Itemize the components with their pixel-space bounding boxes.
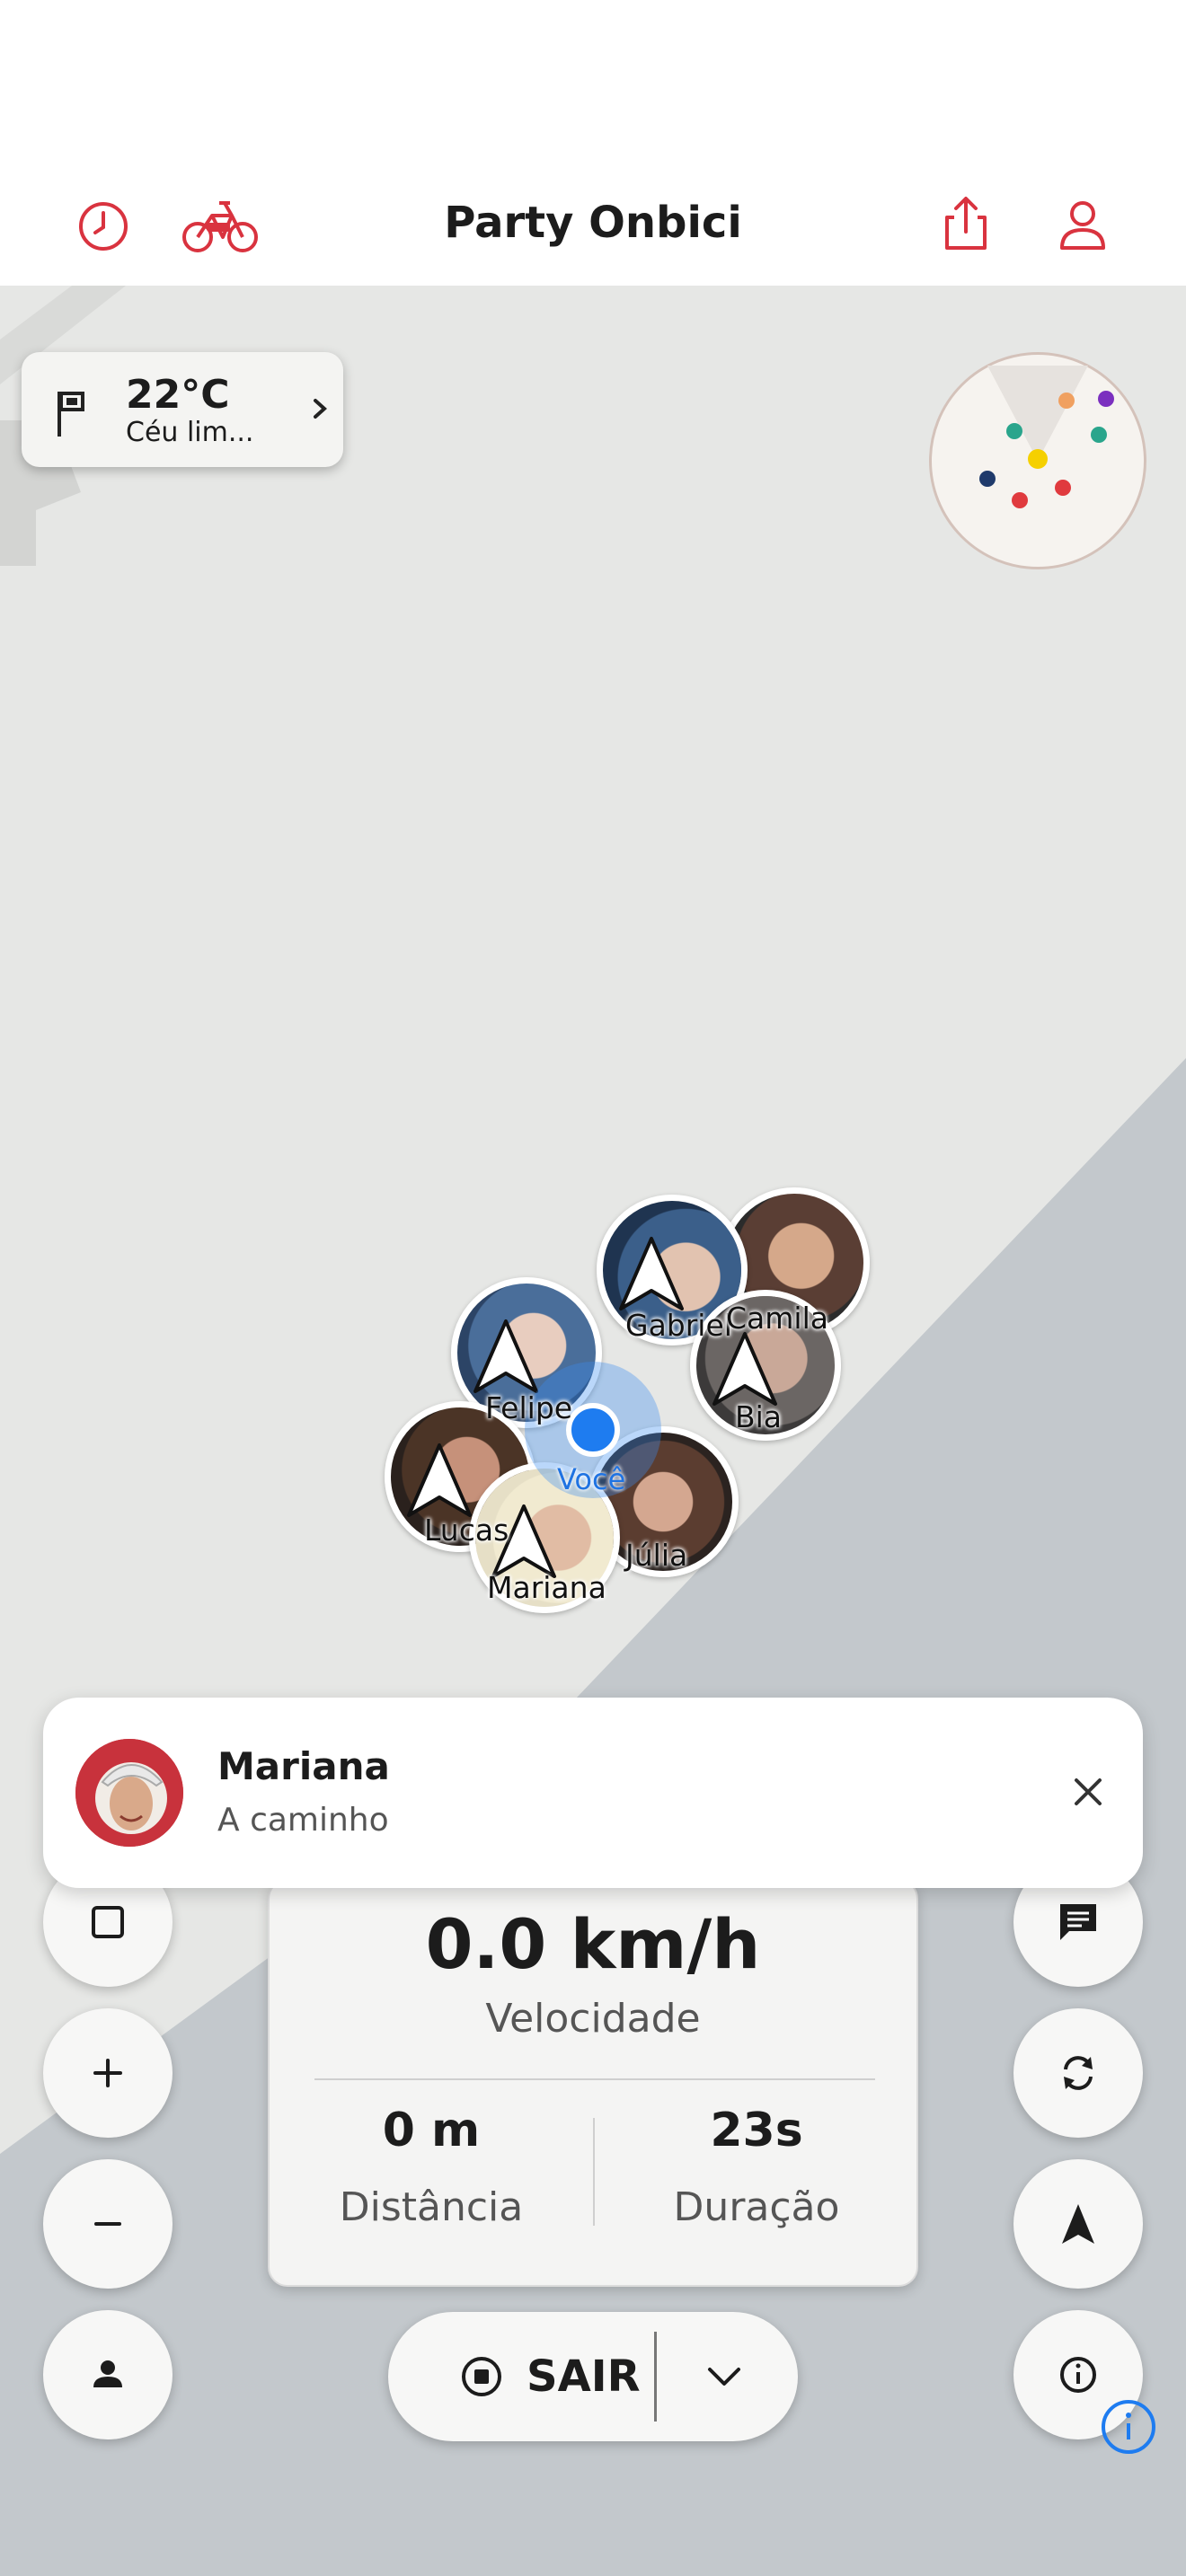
user-location-dot[interactable]	[566, 1403, 620, 1457]
person-button[interactable]	[43, 2310, 173, 2439]
heading-arrow-icon	[474, 1319, 538, 1393]
rider-label: Gabriel	[625, 1308, 732, 1343]
radar-dot	[1055, 480, 1071, 496]
rider-notification[interactable]: Mariana A caminho	[43, 1698, 1143, 1888]
exit-ride-button[interactable]: SAIR	[388, 2312, 798, 2441]
radar-dot	[979, 471, 996, 487]
rider-label: Felipe	[485, 1390, 573, 1425]
app-title: Party Onbici	[444, 198, 742, 248]
heading-arrow-icon	[407, 1443, 472, 1517]
zoom-in-button[interactable]	[43, 2008, 173, 2138]
distance-label: Distância	[339, 2184, 524, 2230]
radar-dot	[1012, 492, 1028, 508]
avatar	[75, 1739, 183, 1847]
radar-dot	[1028, 449, 1048, 469]
rider-label: Camila	[726, 1301, 828, 1336]
person-icon	[93, 2360, 122, 2387]
heading-arrow-icon	[619, 1237, 684, 1310]
chevron-down-icon[interactable]	[703, 2357, 746, 2396]
speed-label: Velocidade	[485, 1996, 701, 2042]
user-location-label: Você	[557, 1462, 626, 1496]
radar-dot	[1098, 391, 1114, 407]
radar-dot	[1006, 423, 1022, 439]
info-icon	[1060, 2357, 1096, 2393]
top-app-bar: Party Onbici	[0, 0, 1186, 286]
notification-name: Mariana	[217, 1744, 390, 1788]
navigation-button[interactable]	[1013, 2159, 1143, 2289]
speed-value: 0.0 km/h	[425, 1904, 761, 1984]
stats-divider	[314, 2078, 875, 2080]
zoom-out-button[interactable]	[43, 2159, 173, 2289]
stop-square-icon	[92, 1906, 124, 1938]
duration-value: 23s	[710, 2104, 803, 2157]
chat-icon	[1060, 1904, 1096, 1940]
weather-condition: Céu lim...	[126, 417, 254, 448]
radar-dot	[1091, 427, 1107, 443]
map-attribution-info-icon[interactable]	[1100, 2398, 1157, 2456]
weather-temperature: 22°C	[126, 372, 230, 418]
share-icon[interactable]	[934, 192, 997, 255]
stop-circle-icon	[460, 2355, 503, 2398]
chevron-right-icon	[307, 393, 332, 424]
navigation-arrow-icon	[1062, 2204, 1094, 2244]
radar-dot	[1058, 393, 1075, 409]
refresh-button[interactable]	[1013, 2008, 1143, 2138]
refresh-icon	[1064, 2056, 1093, 2090]
weather-card[interactable]: 22°C Céu lim...	[22, 352, 343, 467]
zoom-out-icon	[94, 2222, 121, 2226]
zoom-in-icon	[93, 2059, 122, 2087]
profile-icon[interactable]	[1051, 194, 1114, 257]
flag-icon	[52, 388, 95, 438]
exit-label: SAIR	[527, 2351, 641, 2402]
close-icon[interactable]	[1057, 1760, 1120, 1823]
exit-separator	[654, 2332, 657, 2422]
rider-label: Lucas	[424, 1513, 509, 1548]
rider-label: Mariana	[487, 1570, 606, 1605]
distance-value: 0 m	[382, 2104, 481, 2157]
rider-label: Júlia	[625, 1538, 688, 1573]
radar-minimap[interactable]	[929, 352, 1146, 569]
rider-label: Bia	[735, 1399, 783, 1434]
notification-status: A caminho	[217, 1802, 389, 1839]
ride-stats-card: 0.0 km/h Velocidade 0 m Distância 23s Du…	[268, 1879, 918, 2287]
duration-label: Duração	[673, 2184, 840, 2230]
